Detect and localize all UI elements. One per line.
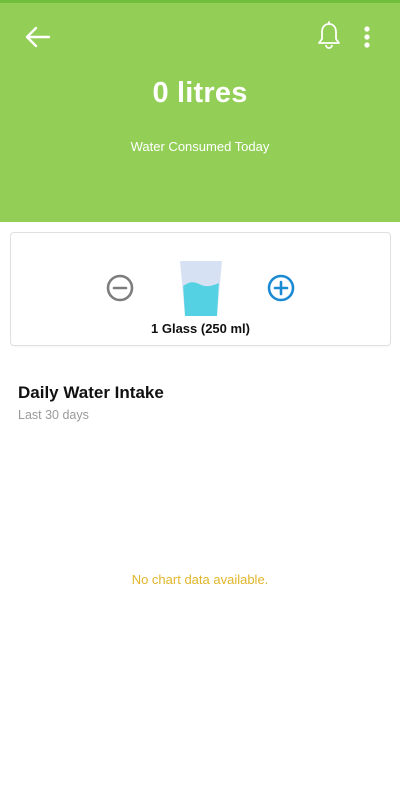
glass-card: 1 Glass (250 ml) [10,232,391,346]
more-vertical-icon [364,26,370,48]
plus-circle-icon [267,274,295,302]
decrease-glass-button[interactable] [105,273,135,303]
water-glass-icon [180,261,222,316]
water-tracker-screen: 0 litres Water Consumed Today 1 Glass (2… [0,0,400,800]
notification-button[interactable] [312,18,346,54]
section-title: Daily Water Intake [18,383,164,402]
more-options-button[interactable] [355,19,379,55]
intake-chart-area: No chart data available. [0,430,400,730]
bell-icon [318,21,340,49]
minus-circle-icon [106,274,134,302]
water-consumed-label: Water Consumed Today [130,139,270,154]
water-consumed-amount: 0 litres [152,77,248,109]
glass-size-label: 1 Glass (250 ml) [151,321,250,336]
arrow-left-icon [25,26,51,48]
back-button[interactable] [20,19,56,55]
section-subtitle: Last 30 days [18,408,89,422]
increase-glass-button[interactable] [266,273,296,303]
header: 0 litres Water Consumed Today [0,3,400,222]
empty-chart-message: No chart data available. [131,572,269,587]
